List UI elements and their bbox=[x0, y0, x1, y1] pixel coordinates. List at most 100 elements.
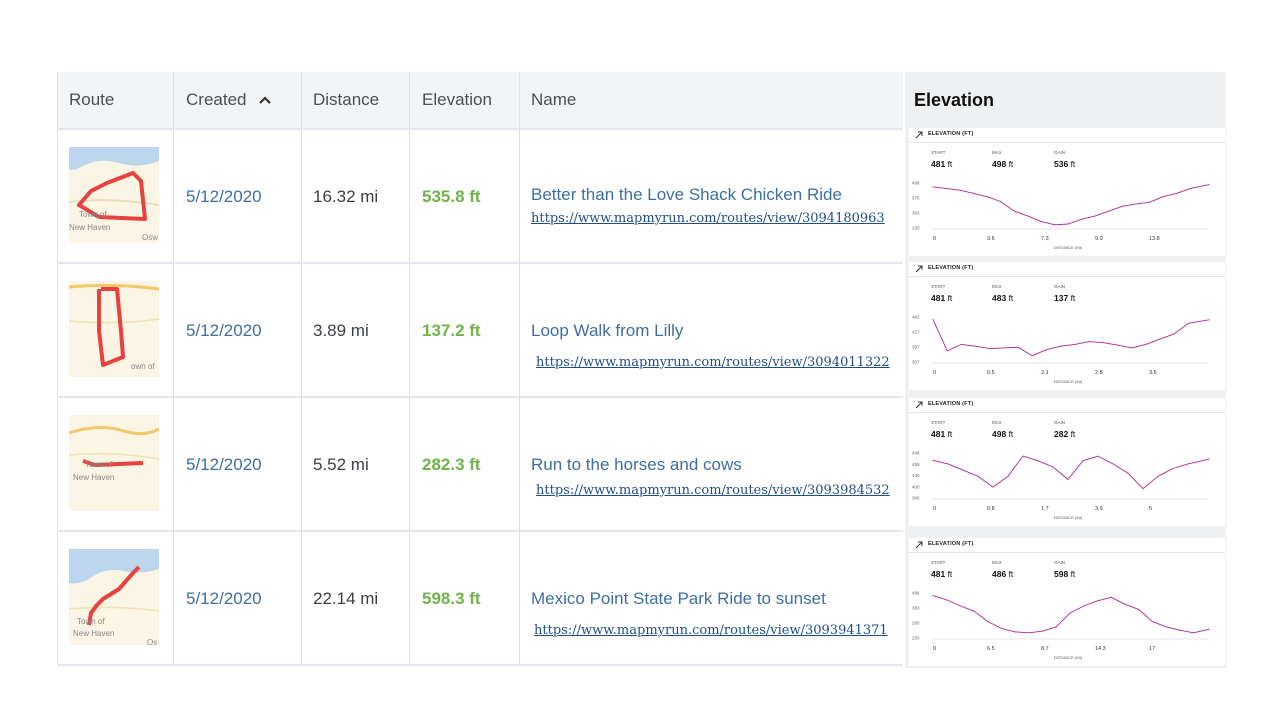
table-row[interactable]: own of 5/12/2020 3.89 mi 137.2 ft Loop W… bbox=[57, 263, 903, 397]
route-map-thumbnail[interactable]: Town of New Haven Os bbox=[69, 549, 159, 645]
x-tick-label: 3.9 bbox=[1095, 506, 1103, 512]
elevation-profile-card: ELEVATION (FT) START MAX GAIN 481 ft 486 ft 59… bbox=[909, 538, 1225, 666]
elevation-point bbox=[959, 605, 961, 607]
table-row[interactable]: Town of New Haven 5/12/2020 5.52 mi 282.… bbox=[57, 397, 903, 531]
elevation-point bbox=[1097, 455, 1099, 457]
route-map-thumbnail[interactable]: own of bbox=[69, 281, 159, 377]
route-url-link[interactable]: https://www.mapmyrun.com/routes/view/309… bbox=[534, 623, 888, 638]
created-date: 5/12/2020 bbox=[186, 187, 262, 206]
elevation-panel: Elevation ELEVATION (FT) START MAX GAIN 481 … bbox=[905, 72, 1226, 668]
column-header-route[interactable]: Route bbox=[69, 72, 114, 128]
table-row[interactable]: Town of New Haven Osw 5/12/2020 16.32 mi… bbox=[57, 129, 903, 263]
table-header: Route Created Distance Elevation Name bbox=[57, 72, 903, 129]
elevation-point bbox=[946, 188, 947, 190]
elevation-point bbox=[975, 345, 977, 347]
map-label: Os bbox=[147, 638, 157, 645]
x-axis-label: DISTANCE (MI) bbox=[1054, 379, 1083, 384]
x-tick-label: 0 bbox=[933, 646, 936, 652]
distance-value: 22.14 mi bbox=[313, 589, 379, 608]
elevation-point bbox=[1208, 184, 1210, 186]
x-tick-label: 17 bbox=[1149, 646, 1155, 652]
y-tick-label: 380 bbox=[912, 496, 920, 501]
elevation-line-chart: 498 375 303 230 0 3.6 7.3 9.9 13.8 bbox=[912, 181, 1210, 242]
elevation-point bbox=[1014, 631, 1016, 633]
elevation-point bbox=[1172, 468, 1174, 469]
elevation-point bbox=[1176, 192, 1177, 194]
route-name-link[interactable]: Mexico Point State Park Ride to sunset bbox=[531, 589, 826, 609]
map-label: Town of bbox=[77, 617, 105, 626]
column-header-name[interactable]: Name bbox=[531, 72, 576, 128]
y-tick-label: 383 bbox=[912, 606, 920, 611]
elevation-point bbox=[1067, 478, 1069, 480]
route-map-thumbnail[interactable]: Town of New Haven Osw bbox=[69, 147, 159, 243]
routes-table: Route Created Distance Elevation Name To… bbox=[57, 72, 903, 666]
distance-value: 16.32 mi bbox=[313, 187, 379, 206]
x-tick-label: 3.6 bbox=[987, 236, 995, 242]
elevation-point bbox=[1189, 188, 1191, 190]
elevation-point bbox=[1017, 346, 1019, 348]
elevation-point bbox=[1208, 319, 1210, 321]
elevation-point bbox=[977, 475, 979, 477]
x-tick-label: 3.5 bbox=[1149, 370, 1157, 376]
y-tick-label: 498 bbox=[912, 451, 920, 456]
x-axis-label: DISTANCE (MI) bbox=[1054, 515, 1083, 520]
elevation-profile-line bbox=[932, 319, 1210, 357]
elevation-value: 282.3 ft bbox=[422, 455, 481, 474]
y-tick-label: 498 bbox=[912, 181, 920, 186]
elevation-point bbox=[1162, 196, 1164, 198]
elevation-point bbox=[1052, 466, 1054, 468]
elevation-point bbox=[1083, 605, 1085, 607]
y-tick-label: 430 bbox=[912, 473, 920, 478]
elevation-point bbox=[1042, 630, 1044, 632]
elevation-point bbox=[986, 196, 988, 198]
elevation-point bbox=[959, 189, 961, 191]
elevation-value: 137.2 ft bbox=[422, 321, 481, 340]
x-tick-label: 0.5 bbox=[987, 370, 995, 376]
x-tick-label: 0 bbox=[933, 236, 936, 242]
elevation-profile-card: ELEVATION (FT) START MAX GAIN 481 ft 483 ft 13… bbox=[909, 262, 1225, 390]
elevation-line-chart: 498 455 430 400 380 0 0.8 1.7 3.9 5 bbox=[912, 451, 1210, 512]
elevation-point bbox=[1124, 603, 1126, 605]
elevation-point bbox=[932, 319, 934, 320]
elevation-point bbox=[1046, 349, 1047, 351]
y-tick-label: 303 bbox=[912, 211, 920, 216]
column-header-created[interactable]: Created bbox=[186, 72, 246, 128]
column-header-distance[interactable]: Distance bbox=[313, 72, 379, 128]
elevation-point bbox=[1027, 215, 1029, 217]
route-name-link[interactable]: Better than the Love Shack Chicken Ride bbox=[531, 185, 842, 205]
elevation-point bbox=[973, 610, 975, 612]
table-row[interactable]: Town of New Haven Os 5/12/2020 22.14 mi … bbox=[57, 531, 903, 665]
elevation-point bbox=[1138, 608, 1140, 610]
sort-ascending-icon[interactable] bbox=[258, 95, 272, 105]
elevation-point bbox=[1000, 201, 1002, 202]
elevation-point bbox=[1187, 322, 1189, 324]
route-url-link[interactable]: https://www.mapmyrun.com/routes/view/309… bbox=[536, 355, 890, 370]
elevation-point bbox=[962, 469, 964, 471]
elevation-point bbox=[1031, 355, 1033, 357]
distance-value: 5.52 mi bbox=[313, 455, 369, 474]
route-url-link[interactable]: https://www.mapmyrun.com/routes/view/309… bbox=[536, 483, 890, 498]
elevation-point bbox=[1082, 460, 1084, 462]
elevation-point bbox=[1108, 210, 1110, 212]
route-map-thumbnail[interactable]: Town of New Haven bbox=[69, 415, 159, 511]
created-date: 5/12/2020 bbox=[186, 321, 262, 340]
x-tick-label: 14.3 bbox=[1095, 646, 1106, 652]
map-label: New Haven bbox=[73, 629, 114, 638]
elevation-point bbox=[932, 459, 934, 461]
elevation-point bbox=[1193, 632, 1194, 634]
route-name-link[interactable]: Loop Walk from Lilly bbox=[531, 321, 683, 341]
elevation-point bbox=[1151, 621, 1153, 623]
column-header-elevation[interactable]: Elevation bbox=[422, 72, 492, 128]
x-tick-label: 6.5 bbox=[987, 646, 995, 652]
x-tick-label: 0 bbox=[933, 370, 936, 376]
elevation-point bbox=[1149, 201, 1150, 203]
y-tick-label: 367 bbox=[912, 360, 920, 365]
x-tick-label: 5 bbox=[1149, 506, 1152, 512]
elevation-point bbox=[992, 486, 994, 488]
x-tick-label: 1.7 bbox=[1041, 506, 1049, 512]
x-tick-label: 0.8 bbox=[987, 506, 995, 512]
route-url-link[interactable]: https://www.mapmyrun.com/routes/view/309… bbox=[531, 211, 885, 226]
y-tick-label: 455 bbox=[912, 462, 920, 467]
route-name-link[interactable]: Run to the horses and cows bbox=[531, 455, 742, 475]
x-tick-label: 13.8 bbox=[1149, 236, 1160, 242]
